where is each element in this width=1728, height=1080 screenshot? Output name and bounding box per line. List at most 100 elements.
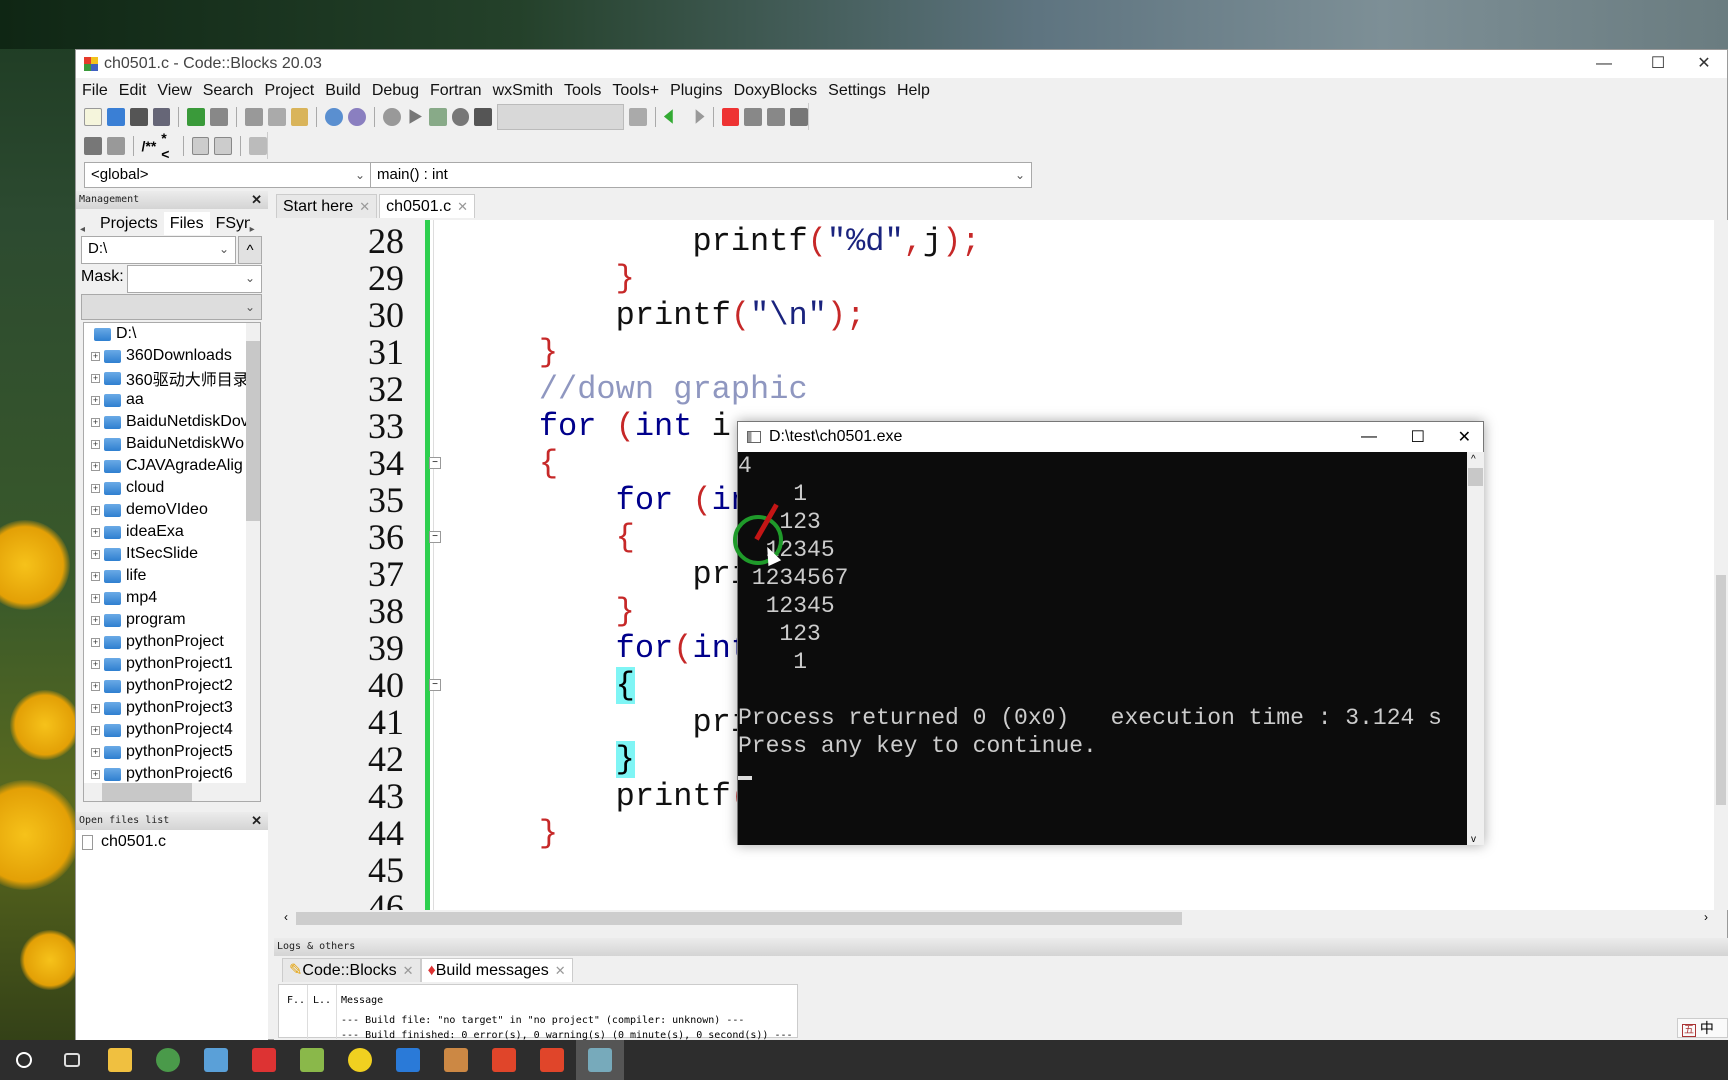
taskbar-button[interactable] xyxy=(576,1040,624,1080)
console-vscrollbar[interactable]: ^ v xyxy=(1467,452,1484,845)
expand-icon[interactable]: + xyxy=(91,681,100,691)
tree-item[interactable]: +360Downloads xyxy=(84,345,260,367)
expand-icon[interactable]: + xyxy=(91,483,100,493)
expand-icon[interactable]: + xyxy=(91,659,100,669)
paste-icon[interactable] xyxy=(290,107,309,126)
scroll-thumb[interactable] xyxy=(296,912,1182,925)
code-line[interactable]: } xyxy=(462,593,635,630)
expand-icon[interactable]: + xyxy=(91,417,100,427)
menu-wxsmith[interactable]: wxSmith xyxy=(493,82,553,100)
menu-settings[interactable]: Settings xyxy=(828,82,886,100)
save-icon[interactable] xyxy=(129,107,148,126)
scroll-up-icon[interactable]: ^ xyxy=(1471,454,1476,465)
expand-icon[interactable]: + xyxy=(91,549,100,559)
doxywizard-icon[interactable] xyxy=(84,136,102,155)
expand-icon[interactable]: + xyxy=(91,593,100,603)
console-window[interactable]: D:\test\ch0501.exe — ☐ ✕ 4 1 123 12345 1… xyxy=(737,421,1484,845)
expand-icon[interactable]: + xyxy=(91,461,100,471)
tree-item[interactable]: + pythonProject5 xyxy=(84,741,260,763)
bookmark-toggle-icon[interactable] xyxy=(721,107,740,126)
close-icon[interactable]: ✕ xyxy=(403,963,414,978)
tree-item[interactable]: + cloud xyxy=(84,477,260,499)
parent-folder-button[interactable]: ^ xyxy=(238,236,262,264)
drive-select[interactable]: D:\ ⌄ xyxy=(81,236,236,264)
bookmark-clear-icon[interactable] xyxy=(790,107,808,126)
menu-edit[interactable]: Edit xyxy=(119,82,147,100)
code-line[interactable]: } xyxy=(462,260,635,297)
expand-icon[interactable]: + xyxy=(91,703,100,713)
column-line[interactable]: L.. xyxy=(313,995,331,1006)
taskbar-button[interactable] xyxy=(48,1040,96,1080)
code-line[interactable]: printf( xyxy=(462,778,750,815)
tab-build-messages[interactable]: ♦Build messages ✕ xyxy=(420,958,573,982)
menu-plugins[interactable]: Plugins xyxy=(670,82,722,100)
tab-scroll-right-icon[interactable]: ▸ xyxy=(250,224,260,235)
scroll-thumb[interactable] xyxy=(1468,468,1483,486)
build-target-select[interactable] xyxy=(497,103,625,130)
code-line[interactable]: } xyxy=(462,741,635,778)
tree-item[interactable]: + pythonProject1 xyxy=(84,653,260,675)
line-comment-button[interactable]: *< xyxy=(161,130,174,162)
expand-icon[interactable]: + xyxy=(91,439,100,449)
abort-icon[interactable] xyxy=(474,107,493,126)
code-line[interactable]: { xyxy=(462,519,635,556)
tree-item[interactable]: + mp4 xyxy=(84,587,260,609)
tree-item[interactable]: + pythonProject3 xyxy=(84,697,260,719)
taskbar-button[interactable] xyxy=(528,1040,576,1080)
extract-docs-icon[interactable] xyxy=(106,136,125,155)
expand-icon[interactable]: + xyxy=(91,395,100,405)
tree-item[interactable]: + pythonProject6 xyxy=(84,763,260,785)
expand-icon[interactable]: + xyxy=(91,615,100,625)
tab-scroll-left-icon[interactable]: ◂ xyxy=(80,224,94,235)
expand-icon[interactable]: + xyxy=(91,637,100,647)
expand-icon[interactable]: + xyxy=(91,747,100,757)
tree-item[interactable]: + program xyxy=(84,609,260,631)
tree-item[interactable]: +360驱动大师目录 xyxy=(84,367,260,389)
fold-toggle-icon[interactable]: − xyxy=(429,531,441,543)
html-icon[interactable] xyxy=(191,136,210,155)
taskbar-button[interactable] xyxy=(432,1040,480,1080)
code-line[interactable]: printf("%d",j); xyxy=(462,223,980,260)
build-run-icon[interactable] xyxy=(428,107,447,126)
tree-root[interactable]: D:\ xyxy=(84,323,260,345)
tab-files[interactable]: Files xyxy=(163,212,210,235)
close-icon[interactable]: ✕ xyxy=(251,812,262,830)
taskbar-button[interactable] xyxy=(384,1040,432,1080)
filter-select[interactable]: ⌄ xyxy=(81,294,262,320)
fold-toggle-icon[interactable]: − xyxy=(429,679,441,691)
menu-tools-plus[interactable]: Tools+ xyxy=(612,82,659,100)
expand-icon[interactable]: + xyxy=(91,373,100,383)
scroll-left-icon[interactable]: ‹ xyxy=(284,910,288,924)
undo-icon[interactable] xyxy=(187,107,206,126)
scroll-down-icon[interactable]: v xyxy=(1471,834,1476,845)
taskbar-button[interactable] xyxy=(192,1040,240,1080)
close-icon[interactable]: ✕ xyxy=(359,199,370,214)
maximize-button[interactable]: ☐ xyxy=(1635,50,1681,78)
taskbar-button[interactable] xyxy=(144,1040,192,1080)
tree-item[interactable]: + pythonProject xyxy=(84,631,260,653)
bookmark-prev-icon[interactable] xyxy=(744,107,763,126)
taskbar-button[interactable] xyxy=(336,1040,384,1080)
function-select[interactable]: main() : int ⌄ xyxy=(370,162,1032,188)
forward-icon[interactable] xyxy=(695,109,705,124)
menu-search[interactable]: Search xyxy=(203,82,254,100)
rebuild-icon[interactable] xyxy=(451,107,470,126)
code-line[interactable]: for(int xyxy=(462,630,750,667)
tab-projects[interactable]: Projects xyxy=(94,212,164,235)
console-minimize-button[interactable]: — xyxy=(1361,428,1377,446)
menu-tools[interactable]: Tools xyxy=(564,82,601,100)
menu-fortran[interactable]: Fortran xyxy=(430,82,482,100)
menu-build[interactable]: Build xyxy=(325,82,361,100)
new-file-icon[interactable] xyxy=(84,107,102,126)
tree-item[interactable]: + BaiduNetdiskWo xyxy=(84,433,260,455)
scroll-thumb[interactable] xyxy=(246,341,260,521)
copy-icon[interactable] xyxy=(267,107,286,126)
bookmark-next-icon[interactable] xyxy=(767,107,785,126)
tree-item[interactable]: + life xyxy=(84,565,260,587)
code-line[interactable]: } xyxy=(462,815,558,852)
code-line[interactable]: printf("\n"); xyxy=(462,297,866,334)
ime-indicator[interactable]: 五 中 xyxy=(1677,1018,1728,1038)
replace-icon[interactable] xyxy=(348,107,367,126)
close-icon[interactable]: ✕ xyxy=(555,963,566,978)
menu-file[interactable]: File xyxy=(82,82,108,100)
